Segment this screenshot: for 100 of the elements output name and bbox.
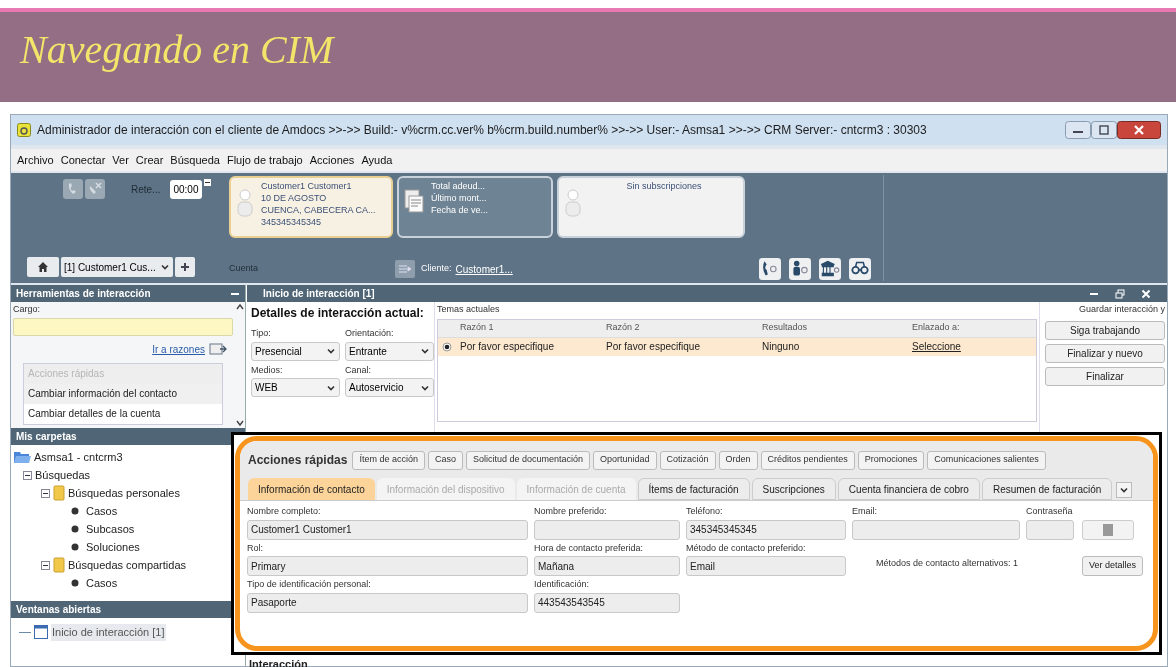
card-text: Total adeud... bbox=[431, 180, 487, 192]
text-field[interactable]: Mañana bbox=[534, 556, 680, 576]
timer-label: Rete... bbox=[131, 182, 161, 197]
text-field[interactable]: 345345345345 bbox=[686, 519, 846, 540]
tab: Información de cuenta bbox=[516, 478, 636, 500]
action-button[interactable]: Finalizar bbox=[1045, 366, 1165, 386]
tree-item[interactable]: Casos bbox=[86, 574, 118, 592]
reasons-link[interactable]: Ir a razones bbox=[152, 341, 205, 357]
collapse-icon[interactable] bbox=[23, 470, 32, 480]
text-field[interactable] bbox=[1026, 519, 1074, 540]
restore-icon[interactable] bbox=[1115, 288, 1125, 299]
radio-button[interactable] bbox=[442, 341, 452, 352]
tab[interactable]: Información de contacto bbox=[248, 478, 375, 500]
app-icon bbox=[17, 123, 31, 137]
collapse-icon[interactable] bbox=[203, 179, 211, 186]
field-label: Identificación: bbox=[534, 578, 591, 591]
quick-action-item[interactable]: Cambiar detalles de la cuenta bbox=[24, 403, 222, 424]
home-button[interactable] bbox=[27, 257, 59, 277]
phone-icon[interactable] bbox=[757, 258, 783, 280]
chevron-down-icon bbox=[326, 346, 336, 356]
field-label: Canal: bbox=[345, 363, 372, 377]
field-label: Medios: bbox=[251, 363, 284, 377]
dropdown[interactable]: Entrante bbox=[345, 341, 434, 361]
bank-icon[interactable] bbox=[817, 258, 843, 280]
collapse-icon[interactable] bbox=[41, 560, 50, 570]
details-button[interactable]: Ver detalles bbox=[1082, 556, 1144, 576]
dropdown[interactable]: Autoservicio bbox=[345, 378, 434, 397]
tree-item[interactable]: Soluciones bbox=[86, 538, 140, 556]
glasses-icon[interactable] bbox=[847, 258, 873, 280]
table-link[interactable]: Seleccione bbox=[908, 339, 1036, 354]
text-field[interactable]: Primary bbox=[247, 556, 528, 576]
menu-item[interactable]: Archivo bbox=[17, 151, 54, 169]
close-icon[interactable] bbox=[1117, 121, 1161, 139]
cargo-field[interactable] bbox=[13, 317, 233, 336]
password-button[interactable] bbox=[1082, 519, 1134, 540]
open-window-item[interactable]: Inicio de interacción [1] bbox=[51, 624, 166, 641]
folder-icon bbox=[53, 557, 65, 573]
menu-item[interactable]: Búsqueda bbox=[170, 151, 220, 169]
maximize-icon[interactable] bbox=[1091, 121, 1117, 139]
menu-item[interactable]: Ver bbox=[112, 151, 129, 169]
menu-item[interactable]: Ayuda bbox=[361, 151, 393, 169]
tree-item[interactable]: Búsquedas compartidas bbox=[68, 556, 186, 574]
field-label: Hora de contacto preferida: bbox=[534, 541, 645, 555]
dropdown[interactable]: Presencial bbox=[251, 341, 340, 361]
add-button[interactable] bbox=[175, 257, 195, 277]
person-icon[interactable] bbox=[787, 258, 813, 280]
collapse-icon[interactable] bbox=[41, 488, 50, 498]
billing-card[interactable]: Total adeud... Último mont... Fecha de ve... bbox=[397, 176, 553, 238]
quick-action-button[interactable]: Solicitud de documentación bbox=[465, 450, 590, 470]
text-field[interactable]: Customer1 Customer1 bbox=[247, 519, 528, 540]
quick-action-button[interactable]: Oportunidad bbox=[593, 450, 657, 470]
minimize-icon[interactable] bbox=[1065, 121, 1091, 139]
scroll-down-icon[interactable] bbox=[235, 418, 245, 428]
tree-item[interactable]: Subcasos bbox=[86, 520, 135, 538]
menu-item[interactable]: Crear bbox=[135, 151, 164, 169]
scroll-up-icon[interactable] bbox=[235, 302, 245, 312]
subscription-card[interactable]: Sin subscripciones bbox=[557, 176, 745, 238]
menu-item[interactable]: Flujo de trabajo bbox=[226, 151, 303, 169]
action-button[interactable]: Siga trabajando bbox=[1045, 320, 1165, 340]
chevron-down-icon bbox=[420, 346, 430, 356]
quick-action-button[interactable]: Comunicaciones salientes bbox=[927, 450, 1046, 470]
field-label: Cargo: bbox=[13, 303, 41, 316]
tree-item[interactable]: Búsquedas personales bbox=[68, 484, 180, 502]
action-button[interactable]: Finalizar y nuevo bbox=[1045, 343, 1165, 363]
tab[interactable]: Ítems de facturación bbox=[637, 478, 750, 500]
tree-item[interactable]: Casos bbox=[86, 502, 118, 520]
text-field[interactable] bbox=[852, 519, 1020, 540]
text-field[interactable]: Email bbox=[686, 556, 846, 576]
tree-item[interactable]: Búsquedas bbox=[35, 466, 91, 484]
forward-icon[interactable] bbox=[209, 342, 227, 356]
tab[interactable]: Resumen de facturación bbox=[981, 478, 1113, 500]
quick-action-button[interactable]: Créditos pendientes bbox=[760, 450, 855, 470]
card-text: CUENCA, CABECERA CA... bbox=[261, 204, 376, 216]
window-icon bbox=[34, 625, 48, 640]
tree-item[interactable]: Asmsa1 - cntcrm3 bbox=[34, 448, 123, 466]
window-title: Administrador de interacción con el cliente de Amdocs >>->> Build:- v%crm.cc.ver% b%crm.build.number% >>->> User:- Asmsa1 >>->> CRM Server:- cntcrm3 : 30303 bbox=[37, 122, 927, 139]
tabs-more-button[interactable] bbox=[1116, 482, 1133, 498]
home-icon bbox=[37, 261, 49, 273]
text-field[interactable]: 443543543545 bbox=[534, 592, 680, 613]
tab[interactable]: Suscripciones bbox=[751, 478, 836, 500]
account-label: Cuenta bbox=[229, 262, 260, 276]
quick-action-button[interactable]: Promociones bbox=[857, 450, 925, 470]
contact-card[interactable]: Customer1 Customer1 10 DE AGOSTO CUENCA, CABECERA CA... 345345345345 bbox=[229, 176, 393, 238]
text-field[interactable]: Pasaporte bbox=[247, 592, 528, 613]
panel-title: Herramientas de interacción bbox=[16, 287, 151, 301]
column-header: Razón 2 bbox=[605, 321, 641, 335]
tab[interactable]: Cuenta financiera de cobro bbox=[837, 478, 980, 500]
column-header: Razón 1 bbox=[459, 321, 495, 335]
scrollbar[interactable] bbox=[235, 302, 245, 428]
dropdown[interactable]: WEB bbox=[251, 378, 340, 397]
quick-action-button[interactable]: Caso bbox=[427, 450, 463, 470]
customer-link[interactable]: Customer1... bbox=[455, 261, 513, 277]
quick-action-button[interactable]: Ítem de acción bbox=[352, 450, 425, 470]
session-dropdown[interactable]: [1] Customer1 Cus... bbox=[61, 257, 173, 277]
menu-item[interactable]: Conectar bbox=[60, 151, 106, 169]
text-field[interactable] bbox=[534, 519, 680, 540]
quick-action-button[interactable]: Cotización bbox=[659, 450, 716, 470]
quick-action-button[interactable]: Orden bbox=[718, 450, 758, 470]
section-title: Temas actuales bbox=[437, 303, 501, 316]
menu-item[interactable]: Acciones bbox=[309, 151, 355, 169]
